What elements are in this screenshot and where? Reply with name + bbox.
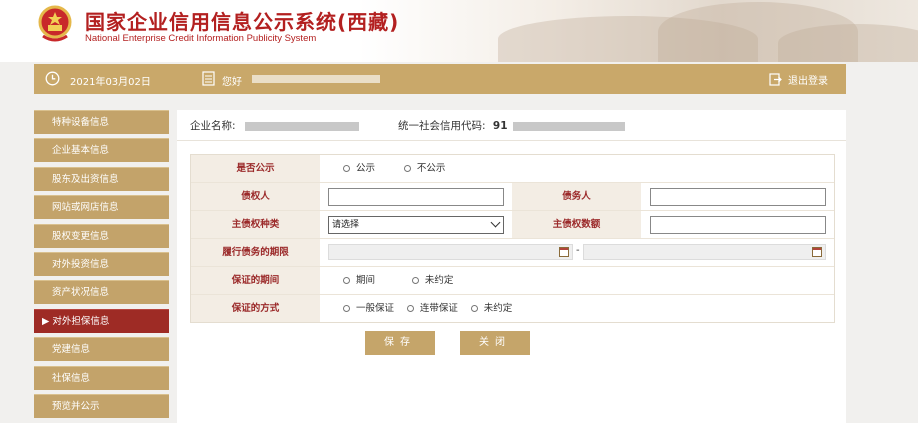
radio-label: 连带保证 [419,303,458,314]
sidebar-item-preview[interactable]: 预览并公示 [34,393,169,418]
chevron-down-icon [490,217,501,228]
sidebar-item-party[interactable]: 党建信息 [34,337,169,362]
debtor-label: 债务人 [512,183,641,210]
clock-icon [45,71,60,86]
sidebar-item-shareholders[interactable]: 股东及出资信息 [34,166,169,191]
radio-label: 公示 [356,163,376,174]
sidebar-item-equity-change[interactable]: 股权变更信息 [34,223,169,248]
credit-code: 统一社会信用代码: 91 [398,118,625,133]
top-bar: 2021年03月02日 您好 退出登录 [34,64,846,94]
radio-label: 期间 [356,275,376,286]
radio-general-guarantee[interactable]: 一般保证 [343,295,394,322]
radio-publicize-no[interactable]: 不公示 [403,155,446,182]
creditor-label: 债权人 [191,183,320,210]
guarantee-period-options: 期间 未约定 [343,267,479,294]
radio-circle [343,165,350,172]
guarantee-form: 是否公示 公示 不公示 债权人 债务人 主债权种类 请选择 主债权数额 履行债务… [190,154,835,323]
radio-label: 未约定 [424,275,454,286]
publicize-label: 是否公示 [191,155,320,182]
radio-circle [406,305,414,312]
radio-period-unspecified[interactable]: 未约定 [411,267,454,294]
row-guarantee-method: 保证的方式 一般保证 连带保证 未约定 [191,295,834,323]
radio-publicize-yes[interactable]: 公示 [343,155,375,182]
user-card-icon [202,71,215,86]
guarantee-method-label: 保证的方式 [191,295,320,322]
term-start-date-input[interactable] [328,244,573,260]
radio-circle [470,305,478,312]
national-emblem-icon [38,5,72,42]
term-label: 履行债务的期限 [191,239,320,266]
claim-amount-input[interactable] [650,216,826,234]
save-button[interactable]: 保存 [365,331,435,355]
debtor-input[interactable] [650,188,826,206]
sidebar-item-guarantee[interactable]: ▶ 对外担保信息 [34,308,169,333]
row-guarantee-period: 保证的期间 期间 未约定 [191,267,834,295]
row-creditor: 债权人 债务人 [191,183,834,211]
radio-circle [403,165,411,172]
claim-type-select[interactable]: 请选择 [328,216,504,234]
sidebar-item-website[interactable]: 网站或网店信息 [34,195,169,220]
current-date: 2021年03月02日 [70,77,151,88]
logout-icon [769,73,782,86]
credit-code-redacted [512,121,625,131]
row-claim: 主债权种类 请选择 主债权数额 [191,211,834,239]
creditor-input[interactable] [328,188,504,206]
credit-code-label: 统一社会信用代码: [398,120,486,132]
claim-type-value: 请选择 [332,220,360,230]
user-name-redacted [252,75,380,83]
row-term: 履行债务的期限 - [191,239,834,267]
calendar-icon[interactable] [812,247,822,257]
company-name-redacted [244,121,359,131]
user-greeting: 您好 [222,77,242,88]
radio-label: 未约定 [483,303,513,314]
row-publicize: 是否公示 公示 不公示 [191,155,834,183]
sidebar-item-social-security[interactable]: 社保信息 [34,365,169,390]
company-name-label: 企业名称: [190,120,236,132]
radio-label: 一般保证 [356,303,395,314]
sidebar-item-investment[interactable]: 对外投资信息 [34,251,169,276]
term-end-date-input[interactable] [583,244,826,260]
term-separator: - [576,245,580,256]
site-title: 国家企业信用信息公示系统(西藏) [85,10,400,34]
header-divider [177,140,846,141]
main-panel: 企业名称: 统一社会信用代码: 91 是否公示 公示 不公示 债权人 债务人 主… [177,110,846,423]
radio-period[interactable]: 期间 [343,267,375,294]
claim-type-label: 主债权种类 [191,211,320,238]
sidebar-item-basic-info[interactable]: 企业基本信息 [34,138,169,163]
sidebar: 特种设备信息 企业基本信息 股东及出资信息 网站或网店信息 股权变更信息 对外投… [34,110,169,422]
calendar-icon[interactable] [559,247,569,257]
sidebar-item-special-equipment[interactable]: 特种设备信息 [34,110,169,134]
radio-joint-guarantee[interactable]: 连带保证 [406,295,458,322]
credit-code-prefix: 91 [492,120,508,132]
sidebar-item-assets[interactable]: 资产状况信息 [34,280,169,305]
site-header: 国家企业信用信息公示系统(西藏) National Enterprise Cre… [0,0,918,62]
claim-amount-label: 主债权数额 [512,211,641,238]
radio-circle [343,305,350,312]
guarantee-method-options: 一般保证 连带保证 未约定 [343,295,538,322]
radio-circle [343,277,350,284]
logout-button[interactable]: 退出登录 [769,72,828,87]
radio-circle [411,277,419,284]
publicize-options: 公示 不公示 [343,155,471,182]
close-button[interactable]: 关闭 [460,331,530,355]
site-subtitle: National Enterprise Credit Information P… [85,33,317,44]
guarantee-period-label: 保证的期间 [191,267,320,294]
logout-label: 退出登录 [788,76,828,87]
radio-label: 不公示 [416,163,446,174]
radio-method-unspecified[interactable]: 未约定 [470,295,513,322]
company-name: 企业名称: [190,118,359,133]
header-mountain-art [358,0,918,62]
